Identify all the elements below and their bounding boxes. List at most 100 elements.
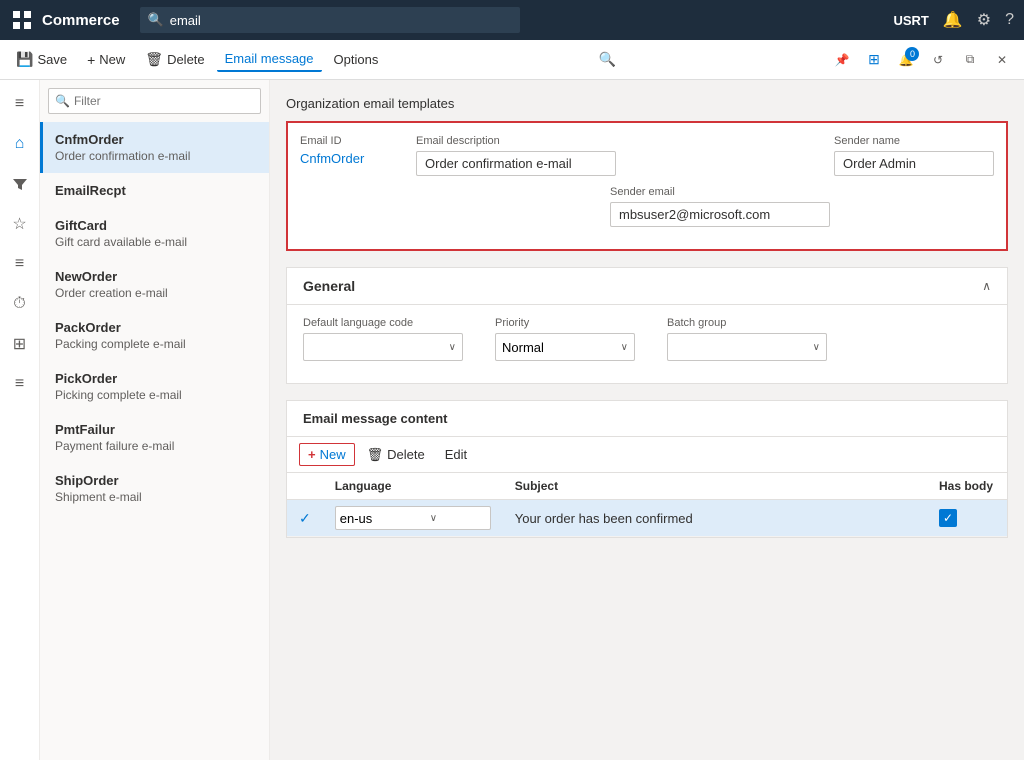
general-title: General [303,278,355,294]
email-content-section: Email message content + New 🗑 Delete Edi… [286,400,1008,538]
sender-email-input[interactable] [610,202,830,227]
sidebar-filter-icon[interactable] [4,168,36,200]
email-message-tab[interactable]: Email message [217,47,322,72]
global-search-input[interactable] [170,13,512,28]
sidebar-home-icon[interactable]: ⌂ [4,128,36,160]
list-items: CnfmOrder Order confirmation e-mail Emai… [40,122,269,760]
global-search-box[interactable]: 🔍 [140,7,520,33]
sidebar-menu-icon[interactable]: ≡ [4,88,36,120]
user-label: USRT [893,13,928,28]
sidebar-table-icon[interactable]: ⊞ [4,328,36,360]
content-delete-button[interactable]: 🗑 Delete [359,444,433,466]
toolbar-search-icon[interactable]: 🔍 [598,51,615,68]
list-item[interactable]: NewOrder Order creation e-mail [40,259,269,310]
plus-icon: + [87,52,95,68]
batch-group-field: Batch group ∨ [667,317,827,361]
list-item[interactable]: PickOrder Picking complete e-mail [40,361,269,412]
options-tab[interactable]: Options [326,48,387,71]
batch-group-dropdown[interactable]: ∨ [667,333,827,361]
filter-input-wrap[interactable]: 🔍 [48,88,261,114]
lang-dropdown-icon[interactable]: ∨ [430,513,437,524]
th-has-body: Has body [927,473,1007,500]
content-edit-button[interactable]: Edit [437,444,475,465]
app-grid-icon[interactable] [10,8,34,32]
email-id-value[interactable]: CnfmOrder [300,151,400,166]
sender-name-field: Sender name [834,135,994,176]
list-filter: 🔍 [40,80,269,122]
email-content-header: Email message content [287,401,1007,437]
check-icon: ✓ [943,511,953,525]
table-row[interactable]: ✓ ∨ Your order has been confirmed ✓ [287,500,1007,537]
filter-search-icon: 🔍 [55,94,70,108]
save-icon: 💾 [16,51,33,68]
content-delete-icon: 🗑 [367,447,384,463]
list-item-title: ShipOrder [55,473,257,488]
lang-input[interactable] [340,511,430,526]
bell-icon[interactable]: 🔔 [943,10,963,30]
help-icon[interactable]: ? [1005,11,1014,29]
sender-name-input[interactable] [834,151,994,176]
priority-dropdown[interactable]: Normal High Low ∨ [495,333,635,361]
window-controls: 📌 ⊞ 🔔 0 ↺ ⧉ ✕ [828,46,1016,74]
pin-button[interactable]: 📌 [828,46,856,74]
default-lang-dropdown[interactable]: ∨ [303,333,463,361]
sidebar-list-icon[interactable]: ≡ [4,248,36,280]
default-lang-label: Default language code [303,317,463,329]
save-button[interactable]: 💾 Save [8,47,75,72]
row-language[interactable]: ∨ [323,500,503,537]
list-item-subtitle: Payment failure e-mail [55,439,257,453]
default-lang-select[interactable] [310,340,449,355]
content-area: Organization email templates Email ID Cn… [270,80,1024,760]
list-item-subtitle: Gift card available e-mail [55,235,257,249]
filter-input[interactable] [74,94,254,108]
email-id-field: Email ID CnfmOrder [300,135,400,166]
priority-field: Priority Normal High Low ∨ [495,317,635,361]
sender-email-field: Sender email [610,186,830,227]
list-item-subtitle: Order confirmation e-mail [55,149,257,163]
notification-button[interactable]: 🔔 0 [892,46,920,74]
general-header[interactable]: General ∧ [287,268,1007,305]
list-item[interactable]: CnfmOrder Order confirmation e-mail [40,122,269,173]
delete-button[interactable]: 🗑 Delete [137,47,212,72]
list-item[interactable]: EmailRecpt [40,173,269,208]
list-item[interactable]: PmtFailur Payment failure e-mail [40,412,269,463]
search-icon: 🔍 [148,12,164,28]
microsoft-icon[interactable]: ⊞ [860,46,888,74]
priority-chevron-icon: ∨ [621,342,628,353]
app-title: Commerce [42,12,120,29]
th-subject: Subject [503,473,927,500]
lang-chevron-icon: ∨ [449,342,456,353]
has-body-checkbox: ✓ [939,509,957,527]
table-wrap: Language Subject Has body ✓ [287,473,1007,537]
general-collapse-icon[interactable]: ∧ [982,279,991,293]
restore-button[interactable]: ⧉ [956,46,984,74]
toolbar: 💾 Save + New 🗑 Delete Email message Opti… [0,40,1024,80]
delete-icon: 🗑 [145,51,163,68]
main-layout: ≡ ⌂ ☆ ≡ ⏱ ⊞ ≡ 🔍 CnfmOrder Order confirma… [0,80,1024,760]
list-panel: 🔍 CnfmOrder Order confirmation e-mail Em… [40,80,270,760]
th-language: Language [323,473,503,500]
sidebar-extra-icon[interactable]: ≡ [4,368,36,400]
org-template-title: Organization email templates [286,96,1008,111]
priority-select[interactable]: Normal High Low [502,340,621,355]
sidebar-star-icon[interactable]: ☆ [4,208,36,240]
list-item[interactable]: PackOrder Packing complete e-mail [40,310,269,361]
content-new-button[interactable]: + New [299,443,355,466]
list-item-title: EmailRecpt [55,183,257,198]
batch-group-select[interactable] [674,340,813,355]
default-lang-field: Default language code ∨ [303,317,463,361]
gear-icon[interactable]: ⚙ [977,10,991,30]
list-item[interactable]: GiftCard Gift card available e-mail [40,208,269,259]
lang-input-wrap[interactable]: ∨ [335,506,491,530]
email-desc-input[interactable] [416,151,616,176]
list-item[interactable]: ShipOrder Shipment e-mail [40,463,269,514]
sidebar-clock-icon[interactable]: ⏱ [4,288,36,320]
close-button[interactable]: ✕ [988,46,1016,74]
refresh-button[interactable]: ↺ [924,46,952,74]
priority-label: Priority [495,317,635,329]
row-has-body: ✓ [927,500,1007,537]
th-check [287,473,323,500]
new-button[interactable]: + New [79,48,133,72]
list-item-title: PmtFailur [55,422,257,437]
list-item-subtitle: Shipment e-mail [55,490,257,504]
